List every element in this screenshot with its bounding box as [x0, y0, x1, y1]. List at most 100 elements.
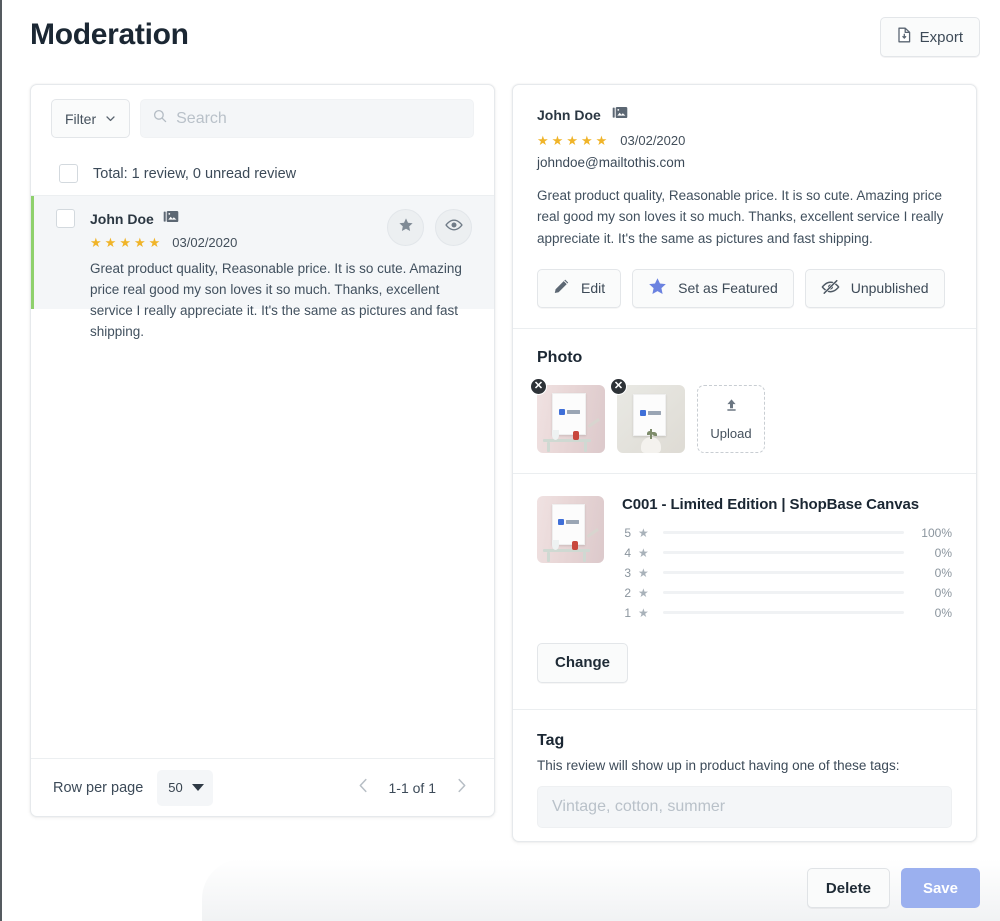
photo-thumbnail-2[interactable] [617, 384, 685, 453]
change-product-button[interactable]: Change [537, 642, 629, 683]
rating-breakdown: 5 ★ 100% 4 ★ 0% 3 ★ 0% 2 ★ 0% 1 ★ 0% [622, 523, 952, 623]
detail-action-buttons: Edit Set as Featured Unpublished [537, 268, 952, 308]
star-icon: ★ [638, 545, 649, 560]
page-header: Moderation Export [2, 0, 1000, 78]
eye-off-icon [821, 279, 840, 298]
page-title: Moderation [30, 18, 189, 51]
search-icon [153, 109, 167, 128]
export-button[interactable]: Export [879, 17, 980, 57]
photo-thumbnail-item: ✕ [530, 377, 605, 453]
rating-bar-stars: 5 [624, 525, 631, 540]
star-icon: ★ [638, 525, 649, 540]
set-as-featured-button-label: Set as Featured [678, 280, 778, 297]
upload-arrow-icon [721, 396, 742, 422]
list-item-rating: ★ ★ ★ ★ ★ [90, 235, 161, 250]
photo-section: Photo ✕ ✕ Upload [513, 327, 976, 473]
caret-down-icon [191, 784, 204, 791]
save-button[interactable]: Save [900, 868, 980, 908]
select-all-row: Total: 1 review, 0 unread review [31, 152, 494, 196]
product-section: C001 - Limited Edition | ShopBase Canvas… [513, 472, 976, 709]
set-as-featured-button[interactable]: Set as Featured [632, 268, 794, 308]
rating-bar-row: 5 ★ 100% [622, 523, 952, 543]
list-item-date: 03/02/2020 [172, 235, 238, 250]
list-item[interactable]: John Doe ★ ★ ★ ★ ★ 03/02/2020 Great prod… [31, 196, 494, 339]
detail-date: 03/02/2020 [620, 133, 686, 148]
rating-bar-track [662, 551, 904, 555]
prev-page-button[interactable] [353, 777, 375, 799]
rows-per-page-value: 50 [168, 780, 183, 795]
moderation-page: Moderation Export Filter Search Total: 1… [0, 0, 1000, 921]
rating-bar-track [662, 591, 904, 595]
edit-button[interactable]: Edit [537, 268, 622, 308]
tag-help-text: This review will show up in product havi… [537, 757, 900, 773]
list-toolbar: Filter [31, 85, 494, 152]
review-select-checkbox[interactable] [56, 209, 75, 228]
filter-button-label: Filter [65, 110, 97, 127]
image-gallery-icon [612, 105, 628, 125]
toggle-visibility-button[interactable] [435, 209, 472, 246]
rating-bar-row: 2 ★ 0% [622, 583, 952, 603]
select-all-checkbox[interactable] [59, 164, 78, 183]
star-icon [398, 217, 414, 238]
photo-thumbnail-item: ✕ [610, 377, 685, 453]
page-range-label: 1-1 of 1 [388, 779, 436, 796]
review-list-panel: Filter Total: 1 review, 0 unread review [30, 84, 495, 817]
rating-bar-track [662, 531, 904, 535]
rating-bar-row: 3 ★ 0% [622, 563, 952, 583]
pagination-bar: Row per page 50 1-1 of 1 [31, 758, 494, 816]
feature-review-button[interactable] [387, 209, 424, 246]
rating-bar-track [662, 571, 904, 575]
close-circle-icon[interactable]: ✕ [530, 377, 547, 395]
rows-per-page-select[interactable]: 50 [157, 769, 213, 806]
rating-bar-stars: 2 [624, 585, 631, 600]
rating-bar-percent: 0% [934, 545, 952, 560]
unpublished-button-label: Unpublished [850, 280, 929, 297]
export-button-label: Export [919, 28, 963, 46]
star-icon [648, 277, 667, 299]
total-count-label: Total: 1 review, 0 unread review [93, 165, 297, 182]
product-thumbnail [537, 495, 604, 563]
chevron-right-icon [456, 778, 467, 798]
sticky-footer: Delete Save [2, 859, 1000, 921]
detail-rating: ★ ★ ★ ★ ★ [537, 133, 608, 148]
upload-photo-button[interactable]: Upload [697, 384, 765, 453]
chevron-left-icon [358, 778, 369, 798]
rating-bar-percent: 0% [934, 605, 952, 620]
tag-input[interactable] [537, 785, 952, 828]
photo-section-title: Photo [537, 348, 583, 366]
delete-button[interactable]: Delete [806, 868, 890, 908]
photo-thumbnail-1[interactable] [537, 384, 605, 453]
rating-bar-stars: 1 [624, 605, 631, 620]
upload-label: Upload [710, 426, 752, 442]
detail-author: John Doe [537, 107, 601, 123]
tag-section-title: Tag [537, 731, 565, 749]
rating-bar-stars: 3 [624, 565, 631, 580]
star-icon: ★ [638, 585, 649, 600]
rating-bar-percent: 0% [934, 565, 952, 580]
close-circle-icon[interactable]: ✕ [610, 377, 627, 395]
product-title: C001 - Limited Edition | ShopBase Canvas [622, 495, 919, 513]
rows-per-page-label: Row per page [53, 779, 144, 796]
pencil-icon [553, 278, 570, 298]
star-icon: ★ [638, 605, 649, 620]
review-detail-panel: John Doe ★ ★ ★ ★ ★ 03/02/2020 johndoe@mailto… [512, 84, 977, 842]
tag-section: Tag This review will show up in product … [513, 708, 976, 841]
edit-button-label: Edit [581, 280, 606, 297]
eye-icon [444, 218, 463, 237]
next-page-button[interactable] [450, 777, 472, 799]
detail-email: johndoe@mailtothis.com [537, 155, 686, 170]
list-item-body: Great product quality, Reasonable price.… [90, 261, 462, 339]
detail-review-section: John Doe ★ ★ ★ ★ ★ 03/02/2020 johndoe@mailto… [513, 85, 976, 328]
rating-bar-stars: 4 [624, 545, 631, 560]
filter-button[interactable]: Filter [51, 99, 131, 138]
search-box[interactable] [140, 99, 474, 138]
rating-bar-percent: 0% [934, 585, 952, 600]
list-item-actions [387, 209, 472, 246]
unpublished-button[interactable]: Unpublished [804, 268, 945, 308]
star-icon: ★ [638, 565, 649, 580]
file-export-icon [897, 27, 912, 47]
image-gallery-icon [163, 209, 179, 229]
rating-bar-percent: 100% [921, 525, 952, 540]
search-input[interactable] [176, 109, 461, 128]
rating-bar-row: 1 ★ 0% [622, 603, 952, 623]
